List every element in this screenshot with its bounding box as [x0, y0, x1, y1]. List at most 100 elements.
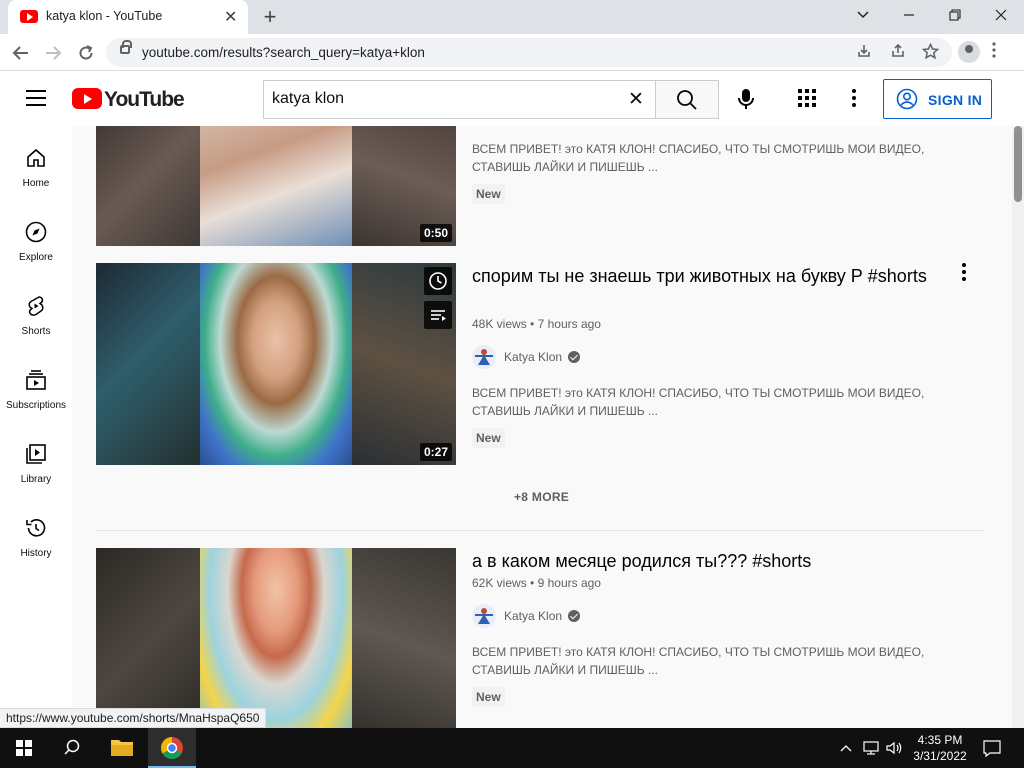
video-title[interactable]: спорим ты не знаешь три животных на букв… — [472, 263, 942, 289]
browser-tab[interactable]: katya klon - YouTube ✕ — [8, 0, 248, 34]
show-more-button[interactable]: +8 MORE — [514, 490, 569, 504]
guide-label: Library — [20, 474, 52, 485]
reload-button[interactable] — [74, 41, 98, 65]
minimize-button[interactable] — [894, 4, 924, 26]
video-description: ВСЕМ ПРИВЕТ! это КАТЯ КЛОН! СПАСИБО, ЧТО… — [472, 142, 925, 174]
guide-item-subscriptions[interactable]: Subscriptions — [0, 348, 72, 422]
share-icon[interactable] — [890, 43, 906, 63]
publish-age: 7 hours ago — [537, 317, 601, 331]
video-thumbnail[interactable] — [96, 548, 456, 728]
status-bar-url: https://www.youtube.com/shorts/MnaHspaQ6… — [0, 708, 267, 728]
section-divider — [96, 530, 984, 531]
mini-guide: Home Explore Shorts Subscriptions Librar… — [0, 126, 72, 728]
new-tab-button[interactable]: + — [258, 4, 282, 30]
search-button[interactable] — [655, 80, 719, 119]
restore-button[interactable] — [940, 4, 970, 26]
volume-icon[interactable] — [884, 738, 904, 763]
profile-avatar-icon[interactable] — [958, 41, 980, 63]
video-menu-icon[interactable] — [952, 260, 976, 284]
view-count: 48K views — [472, 317, 527, 331]
microphone-icon — [738, 89, 754, 109]
install-icon[interactable] — [856, 43, 872, 63]
scrollbar-thumb[interactable] — [1014, 126, 1022, 202]
guide-item-shorts[interactable]: Shorts — [0, 274, 72, 348]
youtube-logo-text[interactable]: YouTube — [104, 88, 185, 112]
watch-later-button[interactable] — [424, 267, 452, 295]
clock-date[interactable]: 3/31/2022 — [906, 749, 974, 763]
search-icon — [677, 90, 697, 110]
clock-icon — [429, 272, 447, 290]
browser-menu-icon[interactable] — [992, 42, 996, 63]
hamburger-menu-icon[interactable] — [26, 90, 46, 106]
guide-label: Subscriptions — [5, 400, 67, 411]
video-thumbnail[interactable]: 0:27 — [96, 263, 456, 465]
search-query[interactable]: katya klon — [272, 90, 344, 108]
taskbar-search-button[interactable] — [48, 728, 96, 768]
page-scrollbar[interactable] — [1012, 126, 1024, 728]
start-button[interactable] — [0, 728, 48, 768]
guide-label: Explore — [19, 252, 53, 263]
guide-label: Home — [22, 178, 50, 189]
history-icon — [26, 519, 46, 537]
add-to-queue-button[interactable] — [424, 301, 452, 329]
search-results: 0:50 ВСЕМ ПРИВЕТ! это КАТЯ КЛОН! СПАСИБО… — [72, 126, 1012, 728]
subscriptions-icon — [26, 370, 46, 390]
guide-item-library[interactable]: Library — [0, 422, 72, 496]
channel-avatar[interactable] — [472, 345, 496, 369]
verified-check-icon — [568, 351, 580, 363]
guide-item-history[interactable]: History — [0, 496, 72, 570]
video-duration: 0:50 — [419, 224, 452, 242]
tray-overflow-icon[interactable] — [838, 738, 854, 763]
browser-toolbar: youtube.com/results?search_query=katya+k… — [0, 34, 1024, 71]
video-thumbnail[interactable]: 0:50 — [96, 126, 456, 246]
tab-close-icon[interactable]: ✕ — [224, 7, 237, 27]
network-icon[interactable] — [862, 738, 880, 763]
guide-label: History — [20, 548, 52, 559]
tab-title: katya klon - YouTube — [46, 9, 163, 23]
chrome-taskbar-button[interactable] — [148, 728, 196, 768]
video-title[interactable]: а в каком месяце родился ты??? #shorts — [472, 548, 942, 574]
address-bar[interactable]: youtube.com/results?search_query=katya+k… — [106, 38, 952, 67]
new-badge: New — [472, 184, 505, 204]
clock-time[interactable]: 4:35 PM — [912, 733, 968, 747]
clear-search-icon[interactable]: ✕ — [628, 88, 644, 111]
tab-search-icon[interactable] — [848, 4, 878, 26]
queue-icon — [431, 310, 446, 321]
lock-icon[interactable] — [120, 40, 132, 54]
youtube-logo-icon[interactable] — [72, 88, 102, 109]
guide-item-home[interactable]: Home — [0, 126, 72, 200]
guide-item-explore[interactable]: Explore — [0, 200, 72, 274]
apps-grid-icon[interactable] — [797, 88, 817, 108]
verified-check-icon — [568, 610, 580, 622]
channel-link[interactable]: Katya Klon — [472, 345, 612, 369]
channel-name[interactable]: Katya Klon — [504, 350, 562, 364]
meta-separator: • — [530, 317, 538, 331]
video-metadata: 48K views • 7 hours ago — [472, 317, 601, 331]
search-icon — [64, 739, 80, 755]
sign-in-label: SIGN IN — [928, 92, 983, 108]
channel-name[interactable]: Katya Klon — [504, 609, 562, 623]
home-icon — [27, 148, 45, 167]
sign-in-button[interactable]: SIGN IN — [883, 79, 992, 119]
bookmark-star-icon[interactable] — [921, 42, 940, 64]
search-input[interactable]: katya klon ✕ — [263, 80, 656, 119]
back-button[interactable] — [9, 41, 33, 65]
new-badge: New — [472, 687, 505, 707]
settings-dots-icon[interactable] — [846, 85, 862, 111]
close-window-button[interactable] — [986, 4, 1016, 26]
account-icon — [896, 88, 918, 110]
url-text[interactable]: youtube.com/results?search_query=katya+k… — [142, 45, 425, 60]
voice-search-button[interactable] — [730, 83, 762, 115]
view-count: 62K views — [472, 576, 527, 590]
notifications-icon[interactable] — [982, 738, 1002, 763]
video-metadata: 62K views • 9 hours ago — [472, 576, 601, 590]
chrome-icon — [161, 737, 183, 759]
youtube-favicon-icon — [20, 10, 38, 23]
channel-link[interactable]: Katya Klon — [472, 604, 612, 628]
forward-button[interactable] — [41, 41, 65, 65]
shorts-icon — [28, 296, 44, 316]
library-icon — [26, 444, 46, 464]
file-explorer-button[interactable] — [98, 728, 146, 768]
channel-avatar[interactable] — [472, 604, 496, 628]
folder-icon — [111, 740, 133, 756]
